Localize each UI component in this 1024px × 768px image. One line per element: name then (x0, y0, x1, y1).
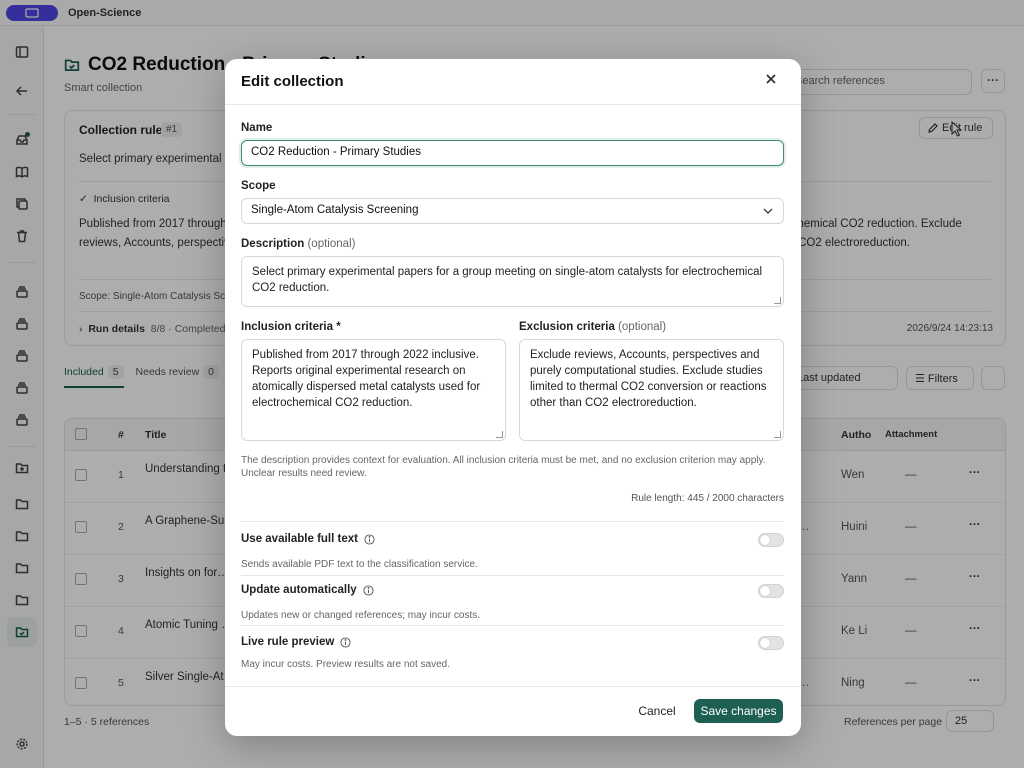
inclusion-label: Inclusion criteria * (241, 321, 341, 333)
description-label: Description (optional) (241, 238, 356, 250)
chevron-down-icon (763, 208, 773, 214)
dialog-title: Edit collection (241, 73, 344, 90)
auto-update-toggle-label: Update automatically (241, 584, 374, 596)
exclusion-label: Exclusion criteria (optional) (519, 321, 667, 333)
inclusion-text: Published from 2017 through 2022 inclusi… (252, 349, 481, 409)
divider (225, 686, 801, 687)
inclusion-textarea[interactable]: Published from 2017 through 2022 inclusi… (241, 339, 506, 441)
auto-update-help: Updates new or changed references; may i… (241, 610, 481, 621)
divider (241, 521, 784, 522)
exclusion-textarea[interactable]: Exclude reviews, Accounts, perspectives … (519, 339, 784, 441)
info-icon[interactable] (364, 533, 375, 545)
full-text-toggle[interactable] (758, 533, 784, 547)
description-text: Select primary experimental papers for a… (252, 266, 763, 294)
divider (241, 625, 784, 626)
scope-select[interactable]: Single-Atom Catalysis Screening (241, 198, 784, 224)
description-textarea[interactable]: Select primary experimental papers for a… (241, 256, 784, 307)
live-preview-help: May incur costs. Preview results are not… (241, 659, 450, 670)
scope-label: Scope (241, 180, 276, 192)
full-text-toggle-label: Use available full text (241, 533, 375, 545)
cancel-button[interactable]: Cancel (629, 699, 685, 723)
edit-collection-dialog: Edit collection Name CO2 Reduction - Pri… (225, 59, 801, 736)
resize-handle[interactable] (774, 431, 781, 438)
exclusion-text: Exclude reviews, Accounts, perspectives … (530, 349, 767, 409)
full-text-help: Sends available PDF text to the classifi… (241, 559, 478, 570)
scope-value: Single-Atom Catalysis Screening (251, 204, 419, 216)
close-icon[interactable] (765, 73, 779, 87)
auto-update-toggle[interactable] (758, 584, 784, 598)
live-preview-toggle[interactable] (758, 636, 784, 650)
live-preview-toggle-label: Live rule preview (241, 636, 351, 648)
resize-handle[interactable] (496, 431, 503, 438)
name-input[interactable]: CO2 Reduction - Primary Studies (241, 140, 784, 166)
name-label: Name (241, 122, 273, 134)
info-icon[interactable] (340, 636, 351, 648)
resize-handle[interactable] (774, 297, 781, 304)
criteria-help-text: The description provides context for eva… (241, 455, 766, 479)
info-icon[interactable] (363, 584, 374, 596)
divider (225, 104, 801, 105)
save-changes-button[interactable]: Save changes (694, 699, 783, 723)
rule-length-counter: Rule length: 445 / 2000 characters (631, 493, 784, 504)
divider (241, 575, 784, 576)
